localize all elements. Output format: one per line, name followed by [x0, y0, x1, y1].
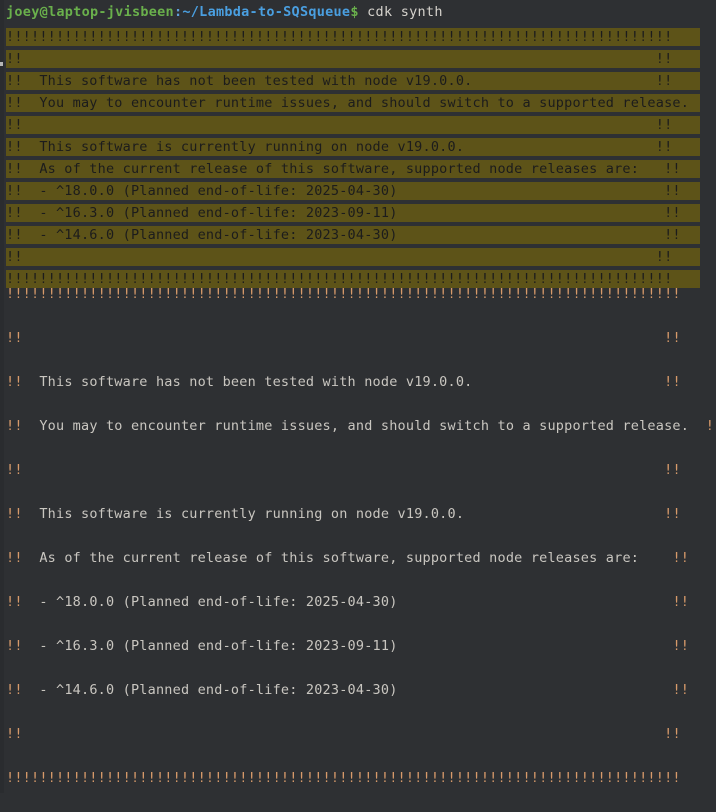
terminal-line-text: !! !!: [6, 249, 673, 265]
terminal-line-text: !! This software has not been tested wit…: [6, 73, 673, 89]
terminal-line: !! - ^16.3.0 (Planned end-of-life: 2023-…: [0, 202, 716, 224]
terminal-line-text: !! You may to encounter runtime issues, …: [6, 95, 700, 111]
terminal-line-text: !! !!: [6, 117, 673, 133]
terminal-line: !! As of the current release of this sof…: [0, 158, 716, 180]
terminal-line: !! You may to encounter runtime issues, …: [0, 416, 716, 460]
terminal-line: !!!!!!!!!!!!!!!!!!!!!!!!!!!!!!!!!!!!!!!!…: [0, 284, 716, 328]
terminal-line-text: !!!!!!!!!!!!!!!!!!!!!!!!!!!!!!!!!!!!!!!!…: [6, 286, 681, 302]
terminal-line-text: !! - ^14.6.0 (Planned end-of-life: 2023-…: [6, 227, 681, 243]
terminal-line-text: !! !!: [6, 726, 681, 742]
terminal-line: !! - ^14.6.0 (Planned end-of-life: 2023-…: [0, 680, 716, 724]
terminal-line-text: !!!!!!!!!!!!!!!!!!!!!!!!!!!!!!!!!!!!!!!!…: [6, 770, 681, 786]
terminal-line: !! !!: [0, 114, 716, 136]
terminal-line: !! !!: [0, 328, 716, 372]
shell-prompt-line: joey@laptop-jvisbeen:~/Lambda-to-SQSqueu…: [6, 0, 443, 24]
terminal-line-text: !! As of the current release of this sof…: [6, 550, 690, 566]
terminal-line: !!!!!!!!!!!!!!!!!!!!!!!!!!!!!!!!!!!!!!!!…: [0, 768, 716, 812]
terminal-line: !! As of the current release of this sof…: [0, 548, 716, 592]
terminal-line: !! This software is currently running on…: [0, 504, 716, 548]
terminal-line: !! - ^18.0.0 (Planned end-of-life: 2025-…: [0, 592, 716, 636]
terminal-line-text: !! - ^18.0.0 (Planned end-of-life: 2025-…: [6, 594, 690, 610]
prompt-command: cdk synth: [358, 4, 443, 20]
terminal-line: !! !!: [0, 460, 716, 504]
prompt-path: ~/Lambda-to-SQSqueue: [182, 4, 351, 20]
terminal-line-text: !! As of the current release of this sof…: [6, 161, 681, 177]
terminal-line: !! - ^18.0.0 (Planned end-of-life: 2025-…: [0, 180, 716, 202]
plain-warning-block: !!!!!!!!!!!!!!!!!!!!!!!!!!!!!!!!!!!!!!!!…: [0, 284, 716, 812]
terminal-line-text: !!!!!!!!!!!!!!!!!!!!!!!!!!!!!!!!!!!!!!!!…: [6, 29, 673, 45]
terminal-line-text: !! This software is currently running on…: [6, 506, 681, 522]
terminal-line-text: !! !!: [6, 51, 673, 67]
terminal-window[interactable]: joey@laptop-jvisbeen:~/Lambda-to-SQSqueu…: [0, 0, 716, 793]
prompt-symbol: $: [350, 4, 359, 20]
terminal-line: !! - ^14.6.0 (Planned end-of-life: 2023-…: [0, 224, 716, 246]
terminal-line: !! This software has not been tested wit…: [0, 372, 716, 416]
terminal-line: !!!!!!!!!!!!!!!!!!!!!!!!!!!!!!!!!!!!!!!!…: [0, 26, 716, 48]
terminal-line-text: !! - ^16.3.0 (Planned end-of-life: 2023-…: [6, 638, 690, 654]
terminal-line-text: !! You may to encounter runtime issues, …: [6, 418, 712, 434]
terminal-line-text: !! - ^16.3.0 (Planned end-of-life: 2023-…: [6, 205, 681, 221]
terminal-line-text: !! This software has not been tested wit…: [6, 374, 681, 390]
terminal-line: !! !!: [0, 724, 716, 768]
terminal-line-text: !! !!: [6, 462, 681, 478]
terminal-line: !! - ^16.3.0 (Planned end-of-life: 2023-…: [0, 636, 716, 680]
terminal-line: !! You may to encounter runtime issues, …: [0, 92, 716, 114]
terminal-line: !! !!: [0, 246, 716, 268]
terminal-line-text: !! - ^14.6.0 (Planned end-of-life: 2023-…: [6, 682, 690, 698]
terminal-line: !! This software is currently running on…: [0, 136, 716, 158]
terminal-line: !! !!: [0, 48, 716, 70]
terminal-line: !! This software has not been tested wit…: [0, 70, 716, 92]
terminal-line-text: !! This software is currently running on…: [6, 139, 673, 155]
highlighted-warning-block[interactable]: !!!!!!!!!!!!!!!!!!!!!!!!!!!!!!!!!!!!!!!!…: [0, 26, 716, 290]
prompt-user-host: joey@laptop-jvisbeen: [6, 4, 174, 20]
terminal-line-text: !! - ^18.0.0 (Planned end-of-life: 2025-…: [6, 183, 681, 199]
terminal-line-text: !! !!: [6, 330, 681, 346]
